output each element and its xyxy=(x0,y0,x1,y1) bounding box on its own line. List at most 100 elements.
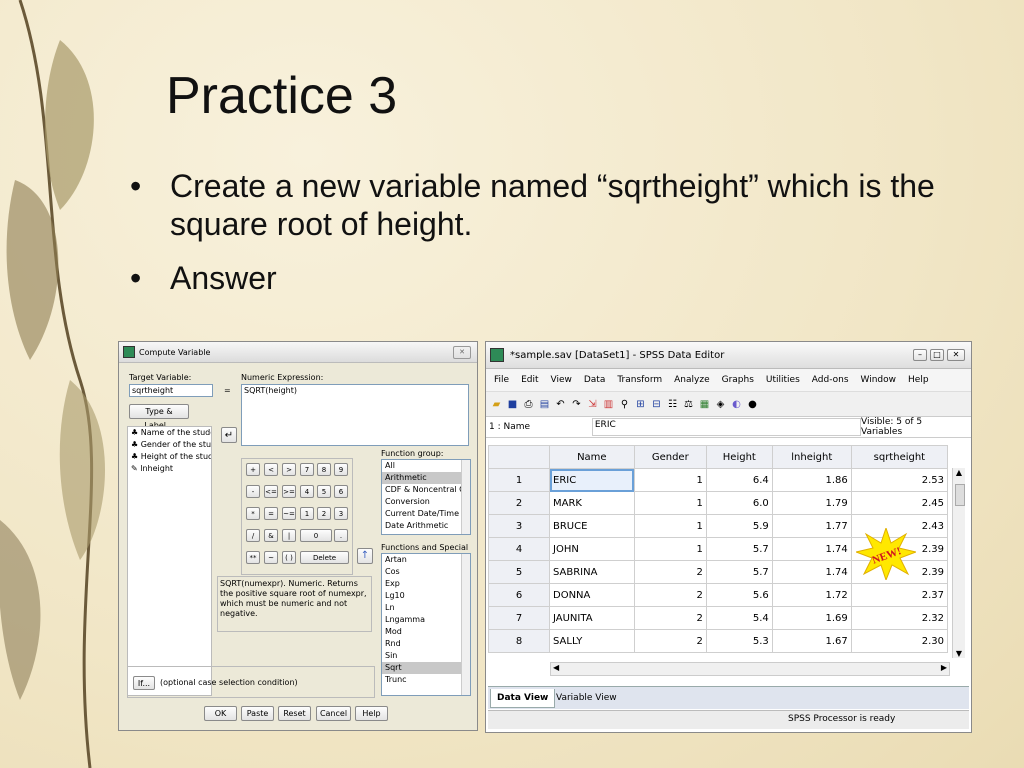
cell-sqrtheight[interactable]: 2.30 xyxy=(850,629,949,653)
variable-item[interactable]: ♣ Name of the students [N... xyxy=(128,427,211,439)
cell-name[interactable]: MARK xyxy=(549,491,635,515)
function-group-item[interactable]: Conversion xyxy=(382,496,470,508)
cell-lnheight[interactable]: 1.67 xyxy=(771,629,852,653)
scroll-left-icon[interactable]: ◀ xyxy=(553,663,559,672)
keypad-button[interactable]: ** xyxy=(246,551,260,564)
function-item[interactable]: Artan xyxy=(382,554,470,566)
column-header[interactable]: Height xyxy=(705,445,773,469)
horizontal-scrollbar[interactable]: ◀ ▶ xyxy=(550,662,950,676)
keypad-button[interactable]: ~ xyxy=(264,551,278,564)
menu-graphs[interactable]: Graphs xyxy=(722,375,754,385)
scroll-right-icon[interactable]: ▶ xyxy=(941,663,947,672)
cell-height[interactable]: 5.6 xyxy=(705,583,773,607)
keypad-button[interactable]: = xyxy=(264,507,278,520)
function-group-item[interactable]: CDF & Noncentral CDF xyxy=(382,484,470,496)
row-number[interactable]: 1 xyxy=(488,468,550,492)
keypad-button[interactable]: 0 xyxy=(300,529,332,542)
target-variable-input[interactable]: sqrtheight xyxy=(129,384,213,397)
function-item[interactable]: Mod xyxy=(382,626,470,638)
cell-lnheight[interactable]: 1.86 xyxy=(771,468,852,492)
keypad-button[interactable]: 2 xyxy=(317,507,331,520)
cell-gender[interactable]: 2 xyxy=(633,606,707,630)
tab-variable-view[interactable]: Variable View xyxy=(550,689,623,707)
keypad-button[interactable]: 7 xyxy=(300,463,314,476)
split-file-icon[interactable]: ☷ xyxy=(666,398,679,411)
row-number[interactable]: 2 xyxy=(488,491,550,515)
keypad-button[interactable]: 9 xyxy=(334,463,348,476)
scrollbar[interactable] xyxy=(461,554,470,695)
column-header[interactable]: Gender xyxy=(633,445,707,469)
weight-cases-icon[interactable]: ⚖ xyxy=(682,398,695,411)
cell-value-input[interactable]: ERIC xyxy=(591,418,861,436)
keypad-button[interactable]: + xyxy=(246,463,260,476)
cell-gender[interactable]: 1 xyxy=(633,491,707,515)
insert-variable-icon[interactable]: ⊟ xyxy=(650,398,663,411)
save-icon[interactable]: ■ xyxy=(506,398,519,411)
menu-data[interactable]: Data xyxy=(584,375,606,385)
function-item[interactable]: Ln xyxy=(382,602,470,614)
insert-function-arrow-icon[interactable]: ↑ xyxy=(357,548,373,564)
cell-gender[interactable]: 2 xyxy=(633,629,707,653)
row-number[interactable]: 7 xyxy=(488,606,550,630)
print-icon[interactable]: ⎙ xyxy=(522,398,535,411)
paste-button[interactable]: Paste xyxy=(241,706,274,721)
variable-item[interactable]: ♣ Gender of the students ... xyxy=(128,439,211,451)
keypad-button[interactable]: > xyxy=(282,463,296,476)
cell-height[interactable]: 5.7 xyxy=(705,537,773,561)
menu-file[interactable]: File xyxy=(494,375,509,385)
function-item[interactable]: Rnd xyxy=(382,638,470,650)
cancel-button[interactable]: Cancel xyxy=(316,706,351,721)
menu-analyze[interactable]: Analyze xyxy=(674,375,709,385)
delete-button[interactable]: Delete xyxy=(300,551,349,564)
cell-lnheight[interactable]: 1.74 xyxy=(771,560,852,584)
open-icon[interactable]: ▰ xyxy=(490,398,503,411)
cell-name[interactable]: BRUCE xyxy=(549,514,635,538)
cell-gender[interactable]: 1 xyxy=(633,514,707,538)
menu-transform[interactable]: Transform xyxy=(617,375,662,385)
cell-sqrtheight[interactable]: 2.45 xyxy=(850,491,949,515)
minimize-icon[interactable]: – xyxy=(913,349,927,361)
cell-gender[interactable]: 2 xyxy=(633,560,707,584)
function-group-item[interactable]: All xyxy=(382,460,470,472)
row-number[interactable]: 4 xyxy=(488,537,550,561)
scrollbar[interactable] xyxy=(461,460,470,534)
scroll-down-icon[interactable]: ▼ xyxy=(953,649,965,658)
if-button[interactable]: If... xyxy=(133,676,155,690)
keypad-button[interactable]: ~= xyxy=(282,507,296,520)
type-label-button[interactable]: Type & Label... xyxy=(129,404,189,430)
find-icon[interactable]: ⚲ xyxy=(618,398,631,411)
insert-cases-icon[interactable]: ⊞ xyxy=(634,398,647,411)
keypad-button[interactable]: 3 xyxy=(334,507,348,520)
goto-case-icon[interactable]: ⇲ xyxy=(586,398,599,411)
keypad-button[interactable]: <= xyxy=(264,485,278,498)
row-number[interactable]: 3 xyxy=(488,514,550,538)
use-sets-icon[interactable]: ◐ xyxy=(730,398,743,411)
keypad-button[interactable]: / xyxy=(246,529,260,542)
keypad-button[interactable]: 6 xyxy=(334,485,348,498)
function-group-item[interactable]: Date Arithmetic xyxy=(382,520,470,532)
variables-icon[interactable]: ▥ xyxy=(602,398,615,411)
cell-gender[interactable]: 1 xyxy=(633,468,707,492)
keypad-button[interactable]: . xyxy=(334,529,348,542)
keypad-button[interactable]: * xyxy=(246,507,260,520)
help-button[interactable]: Help xyxy=(355,706,388,721)
row-number[interactable]: 8 xyxy=(488,629,550,653)
scroll-up-icon[interactable]: ▲ xyxy=(953,468,965,477)
row-number[interactable]: 5 xyxy=(488,560,550,584)
move-arrow-button[interactable]: ↵ xyxy=(221,427,237,443)
keypad-button[interactable]: | xyxy=(282,529,296,542)
cell-name[interactable]: DONNA xyxy=(549,583,635,607)
cell-sqrtheight[interactable]: 2.32 xyxy=(850,606,949,630)
variable-item[interactable]: ♣ Height of the students [... xyxy=(128,451,211,463)
cell-lnheight[interactable]: 1.69 xyxy=(771,606,852,630)
select-cases-icon[interactable]: ▦ xyxy=(698,398,711,411)
function-item[interactable]: Exp xyxy=(382,578,470,590)
cell-lnheight[interactable]: 1.74 xyxy=(771,537,852,561)
keypad-button[interactable]: < xyxy=(264,463,278,476)
cell-lnheight[interactable]: 1.77 xyxy=(771,514,852,538)
close-icon[interactable]: ✕ xyxy=(453,345,471,359)
column-header[interactable]: Name xyxy=(549,445,635,469)
cell-name[interactable]: ERIC xyxy=(549,468,635,492)
redo-icon[interactable]: ↷ xyxy=(570,398,583,411)
tab-data-view[interactable]: Data View xyxy=(490,689,556,708)
